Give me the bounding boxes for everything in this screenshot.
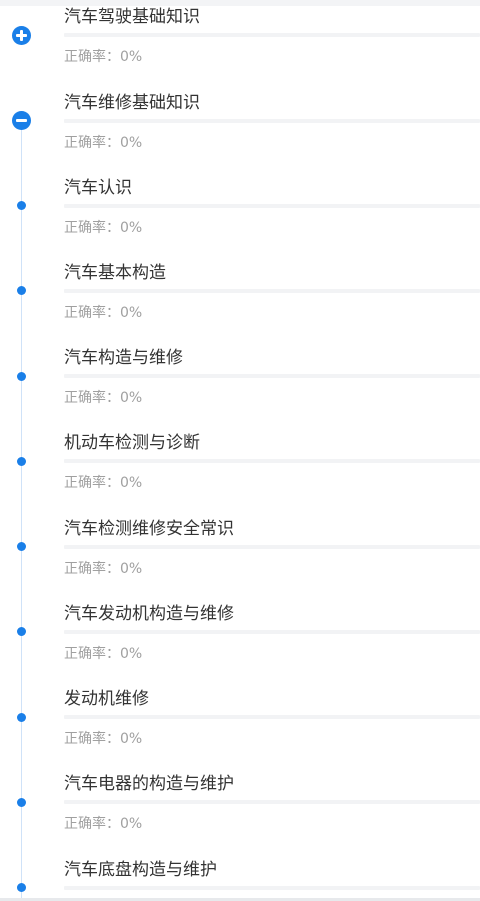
- separator: [64, 374, 480, 378]
- subchapter-row[interactable]: 汽车构造与维修 正确率：0%: [0, 346, 480, 432]
- separator: [64, 545, 480, 549]
- separator: [64, 715, 480, 719]
- accuracy-label: 正确率：0%: [64, 561, 143, 577]
- separator: [64, 33, 480, 37]
- accuracy-label: 正确率：0%: [64, 731, 143, 747]
- chapter-title[interactable]: 汽车驾驶基础知识: [64, 5, 200, 29]
- separator: [64, 630, 480, 634]
- subchapter-row[interactable]: 汽车底盘构造与维护: [0, 858, 480, 898]
- separator: [64, 119, 480, 123]
- chapter-title[interactable]: 汽车维修基础知识: [64, 91, 200, 115]
- accuracy-label: 正确率：0%: [64, 816, 143, 832]
- separator: [64, 459, 480, 463]
- accuracy-label: 正确率：0%: [64, 390, 143, 406]
- timeline-dot-icon: [17, 713, 26, 722]
- subchapter-row[interactable]: 汽车发动机构造与维修 正确率：0%: [0, 602, 480, 688]
- chapter-row[interactable]: 汽车驾驶基础知识 正确率：0%: [0, 5, 480, 91]
- timeline-dot-icon: [17, 201, 26, 210]
- accuracy-label: 正确率：0%: [64, 220, 143, 236]
- subchapter-title[interactable]: 汽车基本构造: [64, 261, 166, 285]
- subchapter-row[interactable]: 汽车认识 正确率：0%: [0, 176, 480, 262]
- separator: [64, 886, 480, 890]
- subchapter-row[interactable]: 汽车电器的构造与维护 正确率：0%: [0, 772, 480, 858]
- chapter-row[interactable]: 汽车维修基础知识 正确率：0%: [0, 91, 480, 177]
- timeline-dot-icon: [17, 798, 26, 807]
- separator: [64, 204, 480, 208]
- timeline-dot-icon: [17, 457, 26, 466]
- accuracy-label: 正确率：0%: [64, 475, 143, 491]
- collapse-minus-icon[interactable]: [12, 111, 31, 130]
- accuracy-label: 正确率：0%: [64, 646, 143, 662]
- subchapter-title[interactable]: 汽车发动机构造与维修: [64, 602, 234, 626]
- timeline-dot-icon: [17, 372, 26, 381]
- accuracy-label: 正确率：0%: [64, 49, 143, 65]
- subchapter-row[interactable]: 机动车检测与诊断 正确率：0%: [0, 431, 480, 517]
- timeline-dot-icon: [17, 542, 26, 551]
- timeline-dot-icon: [17, 627, 26, 636]
- subchapter-title[interactable]: 汽车认识: [64, 176, 132, 200]
- subchapter-title[interactable]: 发动机维修: [64, 687, 149, 711]
- subchapter-title[interactable]: 汽车检测维修安全常识: [64, 517, 234, 541]
- accuracy-label: 正确率：0%: [64, 135, 143, 151]
- accuracy-label: 正确率：0%: [64, 305, 143, 321]
- separator: [64, 800, 480, 804]
- subchapter-row[interactable]: 发动机维修 正确率：0%: [0, 687, 480, 773]
- subchapter-row[interactable]: 汽车基本构造 正确率：0%: [0, 261, 480, 347]
- separator: [64, 289, 480, 293]
- expand-plus-icon[interactable]: [12, 26, 31, 45]
- subchapter-title[interactable]: 汽车电器的构造与维护: [64, 772, 234, 796]
- subchapter-row[interactable]: 汽车检测维修安全常识 正确率：0%: [0, 517, 480, 603]
- timeline-dot-icon: [17, 883, 26, 892]
- subchapter-title[interactable]: 汽车底盘构造与维护: [64, 858, 217, 882]
- subchapter-title[interactable]: 汽车构造与维修: [64, 346, 183, 370]
- subchapter-title[interactable]: 机动车检测与诊断: [64, 431, 200, 455]
- timeline-dot-icon: [17, 286, 26, 295]
